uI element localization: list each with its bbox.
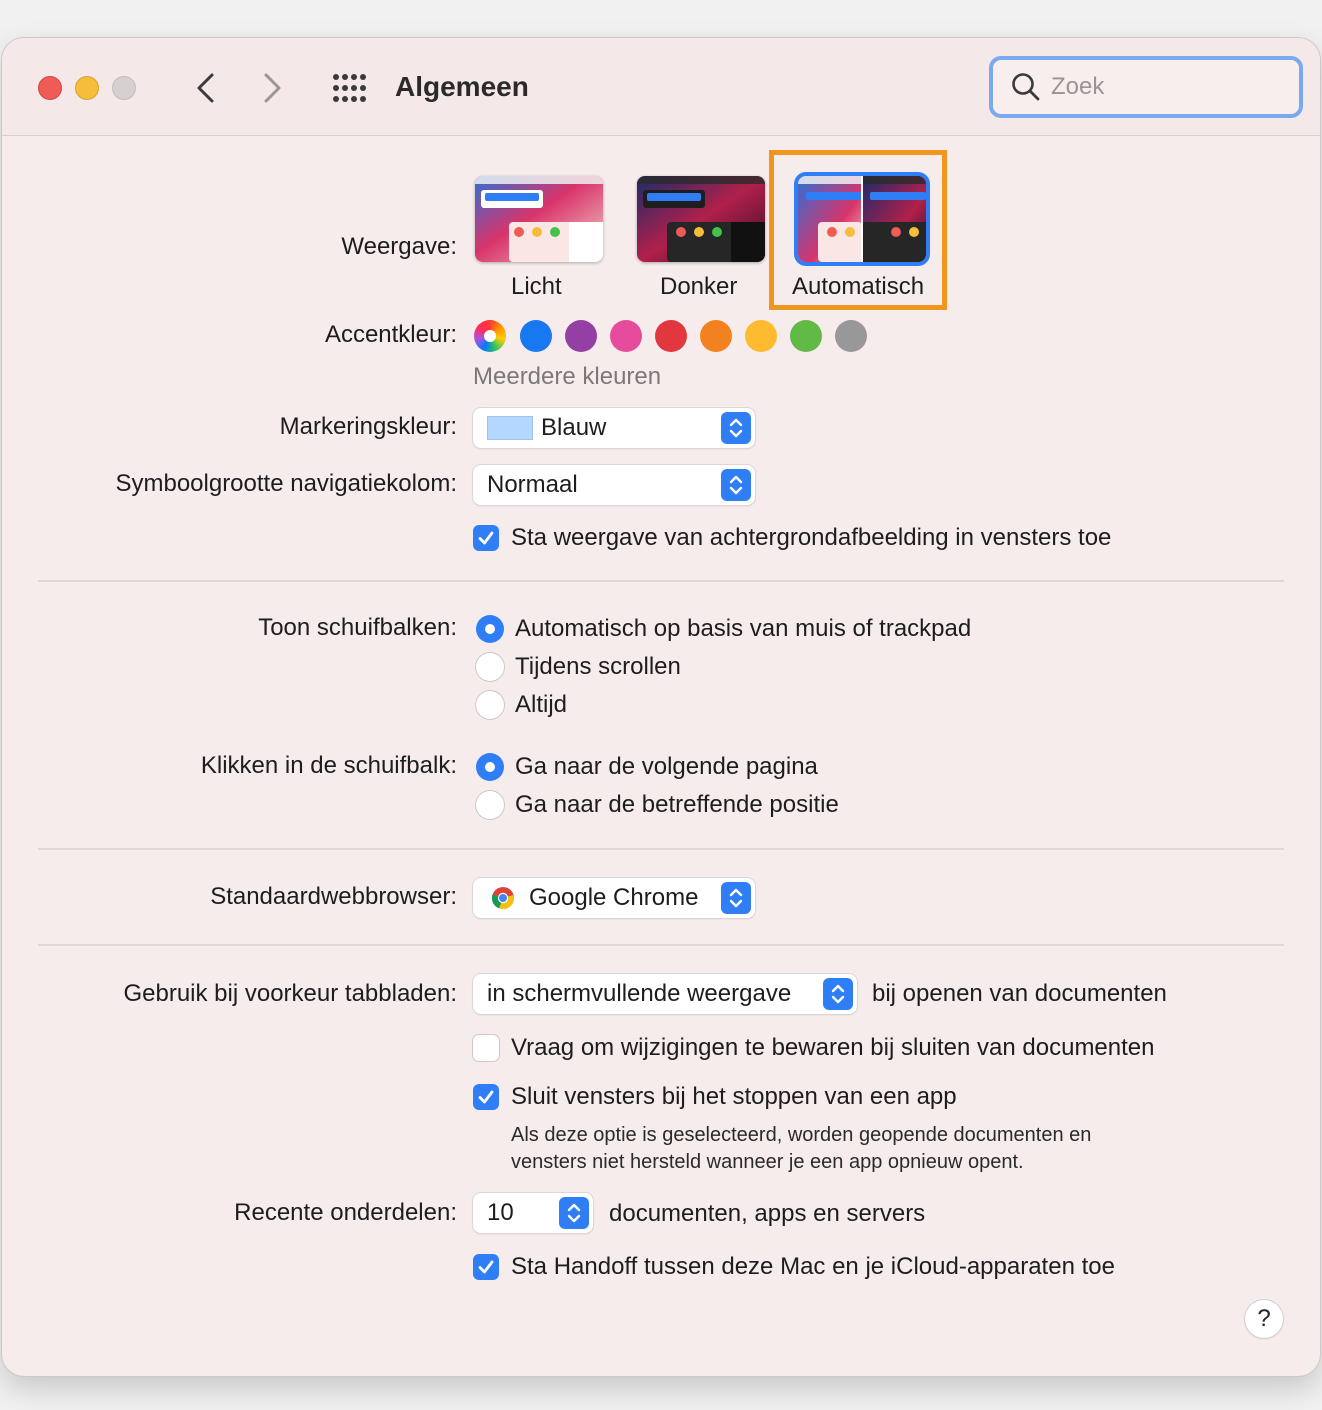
scrollbars-auto-radio[interactable] — [476, 615, 504, 643]
handoff-label: Sta Handoff tussen deze Mac en je iCloud… — [511, 1253, 1115, 1280]
show-all-button[interactable] — [330, 70, 370, 106]
recent-items-label: Recente onderdelen: — [234, 1199, 457, 1226]
highlight-color-swatch — [487, 416, 533, 440]
wallpaper-tinting-checkbox[interactable] — [473, 525, 499, 551]
titlebar: Algemeen — [2, 38, 1320, 136]
scrollbars-scrolling-radio[interactable] — [476, 653, 504, 681]
accent-yellow-swatch[interactable] — [745, 320, 777, 352]
checkmark-icon — [478, 1260, 494, 1274]
zoom-window-button[interactable] — [112, 76, 136, 100]
auto-wallpaper-image — [798, 176, 926, 262]
close-window-button[interactable] — [38, 76, 62, 100]
prefer-tabs-popup[interactable]: in schermvullende weergave — [473, 974, 857, 1014]
back-button[interactable] — [188, 68, 222, 108]
sidebar-icon-size-label: Symboolgrootte navigatiekolom: — [115, 470, 457, 497]
default-browser-label: Standaardwebbrowser: — [210, 883, 457, 910]
light-wallpaper-image — [475, 176, 603, 262]
checkmark-icon — [478, 1090, 494, 1104]
search-field[interactable] — [989, 56, 1303, 118]
scrollbar-click-label: Klikken in de schuifbalk: — [200, 752, 457, 779]
scrollbars-auto-label: Automatisch op basis van muis of trackpa… — [515, 615, 972, 642]
prefer-tabs-label: Gebruik bij voorkeur tabbladen: — [123, 980, 457, 1007]
sidebar-icon-size-value: Normaal — [487, 471, 578, 498]
grid-icon — [333, 74, 366, 102]
accent-purple-swatch[interactable] — [565, 320, 597, 352]
accent-blue-swatch[interactable] — [520, 320, 552, 352]
accent-multicolor-swatch[interactable] — [474, 320, 506, 352]
appearance-light-thumbnail[interactable] — [475, 176, 603, 262]
search-input[interactable] — [1051, 73, 1271, 101]
scrollbar-click-next-page-radio[interactable] — [476, 753, 504, 781]
prefer-tabs-suffix: bij openen van documenten — [872, 980, 1167, 1007]
accent-graphite-swatch[interactable] — [835, 320, 867, 352]
show-scrollbars-label: Toon schuifbalken: — [258, 614, 457, 641]
appearance-label: Weergave: — [341, 233, 457, 260]
scrollbars-always-radio[interactable] — [476, 691, 504, 719]
scrollbars-scrolling-label: Tijdens scrollen — [515, 653, 681, 680]
appearance-dark-label: Donker — [660, 273, 738, 300]
scrollbar-click-position-radio[interactable] — [476, 791, 504, 819]
section-divider — [38, 848, 1284, 850]
highlight-color-popup[interactable]: Blauw — [473, 408, 755, 448]
sidebar-icon-size-popup[interactable]: Normaal — [473, 465, 755, 505]
forward-button[interactable] — [256, 68, 290, 108]
handoff-checkbox[interactable] — [473, 1254, 499, 1280]
appearance-dark-thumbnail[interactable] — [637, 176, 765, 262]
accent-orange-swatch[interactable] — [700, 320, 732, 352]
appearance-light-label: Licht — [511, 273, 562, 300]
popup-stepper-icon — [721, 882, 751, 914]
appearance-auto-thumbnail[interactable] — [798, 176, 926, 262]
section-divider — [38, 580, 1284, 582]
appearance-auto-label: Automatisch — [792, 273, 925, 300]
accent-red-swatch[interactable] — [655, 320, 687, 352]
highlight-color-label: Markeringskleur: — [279, 413, 457, 440]
wallpaper-tinting-label: Sta weergave van achtergrondafbeelding i… — [511, 524, 1112, 551]
chrome-icon — [491, 887, 514, 910]
dark-wallpaper-image — [637, 176, 765, 262]
search-icon — [1012, 73, 1040, 101]
help-button[interactable]: ? — [1245, 1300, 1283, 1338]
popup-stepper-icon — [823, 978, 853, 1010]
close-windows-description-line2: vensters niet hersteld wanneer je een ap… — [511, 1151, 1024, 1173]
popup-stepper-icon — [721, 412, 751, 444]
ask-keep-changes-label: Vraag om wijzigingen te bewaren bij slui… — [511, 1034, 1155, 1061]
scrollbars-always-label: Altijd — [515, 691, 568, 718]
highlight-color-value: Blauw — [541, 414, 607, 441]
section-divider — [38, 944, 1284, 946]
ask-keep-changes-checkbox[interactable] — [473, 1035, 499, 1061]
default-browser-value: Google Chrome — [529, 884, 699, 911]
scrollbar-click-next-page-label: Ga naar de volgende pagina — [515, 753, 818, 780]
accent-green-swatch[interactable] — [790, 320, 822, 352]
close-windows-description-line1: Als deze optie is geselecteerd, worden g… — [511, 1124, 1092, 1146]
accent-pink-swatch[interactable] — [610, 320, 642, 352]
prefer-tabs-value: in schermvullende weergave — [487, 980, 792, 1007]
close-windows-checkbox[interactable] — [473, 1084, 499, 1110]
minimize-window-button[interactable] — [75, 76, 99, 100]
accent-color-label: Accentkleur: — [324, 321, 457, 348]
preferences-window: Algemeen Weergave: Licht — [2, 38, 1320, 1376]
default-browser-popup[interactable]: Google Chrome — [473, 878, 755, 918]
recent-items-value: 10 — [487, 1199, 514, 1226]
popup-stepper-icon — [559, 1197, 589, 1229]
checkmark-icon — [478, 531, 494, 545]
chevron-left-icon — [197, 73, 214, 103]
accent-caption: Meerdere kleuren — [473, 363, 662, 390]
popup-stepper-icon — [721, 469, 751, 501]
recent-items-popup[interactable]: 10 — [473, 1193, 593, 1233]
close-windows-label: Sluit vensters bij het stoppen van een a… — [511, 1083, 957, 1110]
window-title: Algemeen — [395, 71, 529, 102]
recent-items-suffix: documenten, apps en servers — [609, 1200, 926, 1227]
scrollbar-click-position-label: Ga naar de betreffende positie — [515, 791, 839, 818]
chevron-right-icon — [264, 73, 281, 103]
